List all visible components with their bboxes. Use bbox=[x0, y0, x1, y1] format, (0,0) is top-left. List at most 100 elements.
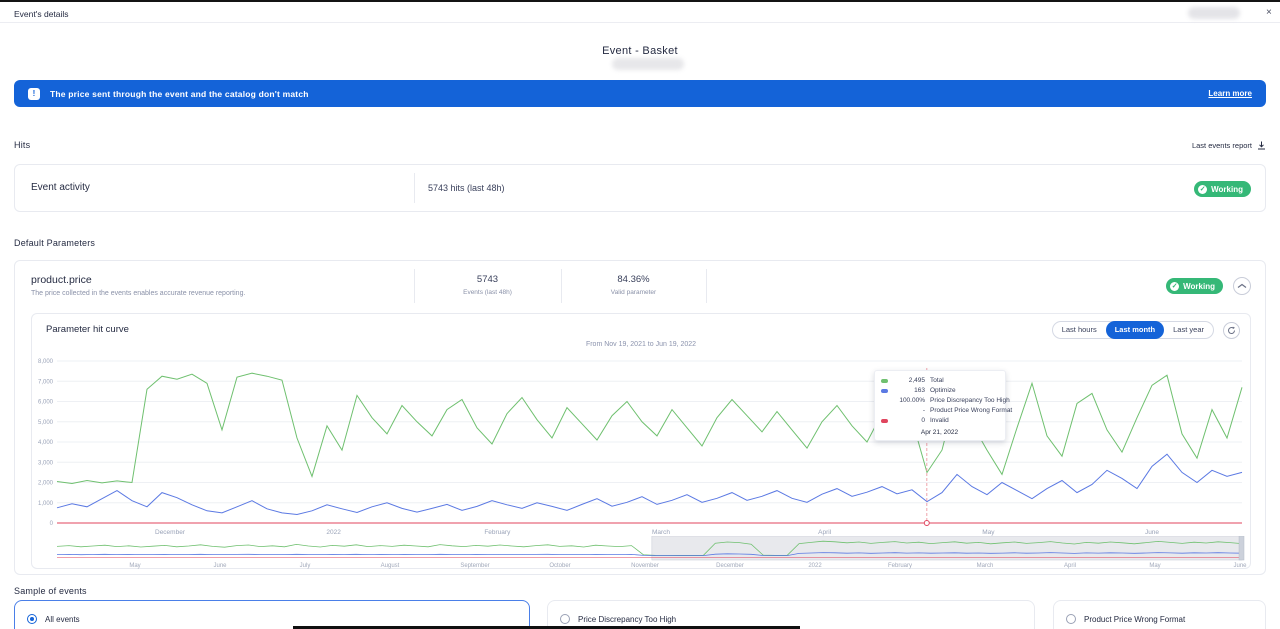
status-badge: ✓ Working bbox=[1166, 278, 1223, 294]
nav-tick-label: August bbox=[381, 563, 400, 569]
sample-of-events-label: Sample of events bbox=[14, 586, 87, 596]
default-parameters-label: Default Parameters bbox=[14, 238, 95, 248]
sample-option-label: Price Discrepancy Too High bbox=[578, 615, 676, 624]
tooltip-value: 0 bbox=[891, 416, 925, 426]
nav-tick-label: 2022 bbox=[808, 563, 822, 569]
radio-selected-icon[interactable] bbox=[27, 614, 37, 624]
last-events-report-link[interactable]: Last events report bbox=[1192, 141, 1266, 150]
hits-value: 5743 hits (last 48h) bbox=[428, 183, 505, 193]
nav-tick-label: November bbox=[631, 563, 659, 569]
nav-tick-label: September bbox=[460, 563, 489, 569]
nav-tick-label: March bbox=[977, 563, 994, 569]
y-tick-label: 1,000 bbox=[38, 501, 54, 507]
series-dot-empty bbox=[881, 409, 888, 413]
nav-tick-label: July bbox=[300, 563, 311, 569]
tooltip-row: 0 Invalid bbox=[881, 416, 998, 426]
check-icon: ✓ bbox=[1198, 185, 1207, 194]
valid-parameter-column: 84.36% Valid parameter bbox=[561, 274, 706, 296]
collapse-button[interactable] bbox=[1233, 277, 1251, 295]
series-dot bbox=[881, 379, 888, 383]
learn-more-link[interactable]: Learn more bbox=[1208, 89, 1252, 98]
nav-tick-label: June bbox=[213, 563, 227, 569]
nav-tick-label: May bbox=[129, 563, 140, 569]
sample-option-price-discrepancy[interactable]: Price Discrepancy Too High bbox=[547, 600, 1035, 629]
close-icon[interactable]: × bbox=[1266, 7, 1272, 18]
tooltip-row: 100.00%Price Discrepancy Too High bbox=[881, 396, 998, 406]
valid-parameter-label: Valid parameter bbox=[561, 289, 706, 296]
tooltip-row: 2,495 Total bbox=[881, 376, 998, 386]
x-tick-label: June bbox=[1145, 529, 1159, 536]
parameter-card: product.price The price collected in the… bbox=[14, 260, 1266, 575]
chevron-up-icon bbox=[1237, 283, 1247, 289]
nav-tick-label: June bbox=[1233, 563, 1247, 569]
status-label: Working bbox=[1183, 282, 1215, 291]
tooltip-label: Optimize bbox=[930, 386, 956, 396]
series-optimize bbox=[57, 454, 1242, 514]
navigator-selection[interactable] bbox=[652, 536, 1242, 560]
sample-option-wrong-format[interactable]: Product Price Wrong Format bbox=[1053, 600, 1266, 629]
y-tick-label: 8,000 bbox=[38, 359, 54, 365]
tooltip-label: Product Price Wrong Format bbox=[930, 406, 1012, 416]
y-tick-label: 7,000 bbox=[38, 379, 54, 385]
sample-option-label: All events bbox=[45, 615, 80, 624]
tooltip-row: 163 Optimize bbox=[881, 386, 998, 396]
tooltip-row: -Product Price Wrong Format bbox=[881, 406, 998, 416]
navigator-handle[interactable] bbox=[1239, 536, 1244, 560]
events-count-label: Events (last 48h) bbox=[414, 289, 561, 296]
valid-parameter-value: 84.36% bbox=[561, 274, 706, 285]
status-badge: ✓ Working bbox=[1194, 181, 1251, 197]
parameter-hit-curve-card: Parameter hit curve Last hours Last mont… bbox=[31, 313, 1251, 569]
parameter-name: product.price bbox=[31, 274, 92, 286]
x-tick-label: December bbox=[155, 529, 186, 536]
tooltip-value: - bbox=[891, 406, 925, 416]
check-icon: ✓ bbox=[1170, 282, 1179, 291]
series-dot-empty bbox=[881, 399, 888, 403]
tooltip-label: Total bbox=[930, 376, 944, 386]
series-dot bbox=[881, 389, 888, 393]
y-tick-label: 0 bbox=[50, 521, 54, 527]
chart-date-range: From Nov 19, 2021 to Jun 19, 2022 bbox=[32, 341, 1250, 348]
page-title: Event - Basket bbox=[0, 45, 1280, 57]
divider bbox=[706, 269, 707, 303]
nav-tick-label: May bbox=[1149, 563, 1160, 569]
x-tick-label: March bbox=[652, 529, 670, 536]
y-tick-label: 5,000 bbox=[38, 420, 54, 426]
x-tick-label: April bbox=[818, 529, 832, 536]
chart-tooltip: 2,495 Total 163 Optimize100.00%Price Discre… bbox=[874, 370, 1006, 441]
chart-title: Parameter hit curve bbox=[46, 324, 129, 335]
tooltip-value: 2,495 bbox=[891, 376, 925, 386]
download-icon bbox=[1257, 141, 1266, 150]
series-dot bbox=[881, 419, 888, 423]
alert-text: The price sent through the event and the… bbox=[50, 89, 309, 99]
alert-icon: ! bbox=[28, 88, 40, 100]
x-tick-label: 2022 bbox=[326, 529, 341, 536]
event-activity-title: Event activity bbox=[31, 182, 90, 193]
divider bbox=[414, 173, 415, 203]
events-count-value: 5743 bbox=[414, 274, 561, 285]
x-tick-label: May bbox=[982, 529, 995, 536]
refresh-button[interactable] bbox=[1223, 322, 1240, 339]
tooltip-value: 163 bbox=[891, 386, 925, 396]
sample-option-all-events[interactable]: All events bbox=[14, 600, 530, 629]
tooltip-value: 100.00% bbox=[891, 396, 925, 406]
event-activity-card: Event activity 5743 hits (last 48h) ✓ Wo… bbox=[14, 164, 1266, 212]
navigator-chart[interactable]: MayJuneJulyAugustSeptemberOctoberNovembe… bbox=[32, 536, 1252, 570]
y-tick-label: 2,000 bbox=[38, 481, 54, 487]
redacted-blur bbox=[612, 58, 684, 70]
hits-section-label: Hits bbox=[14, 140, 30, 150]
parameter-description: The price collected in the events enable… bbox=[31, 290, 245, 297]
radio-icon[interactable] bbox=[1066, 614, 1076, 624]
nav-tick-label: December bbox=[716, 563, 744, 569]
event-details-modal: Event's details × Event - Basket ! The p… bbox=[0, 0, 1280, 629]
y-tick-label: 6,000 bbox=[38, 400, 54, 406]
radio-icon[interactable] bbox=[560, 614, 570, 624]
range-last-hours[interactable]: Last hours bbox=[1053, 321, 1106, 339]
main-line-chart[interactable]: 01,0002,0003,0004,0005,0006,0007,0008,00… bbox=[32, 354, 1252, 536]
range-last-month[interactable]: Last month bbox=[1106, 321, 1164, 339]
tooltip-label: Price Discrepancy Too High bbox=[930, 396, 1010, 406]
tooltip-label: Invalid bbox=[930, 416, 949, 426]
range-last-year[interactable]: Last year bbox=[1164, 321, 1213, 339]
events-count-column: 5743 Events (last 48h) bbox=[414, 274, 561, 296]
status-label: Working bbox=[1211, 185, 1243, 194]
y-tick-label: 3,000 bbox=[38, 460, 54, 466]
